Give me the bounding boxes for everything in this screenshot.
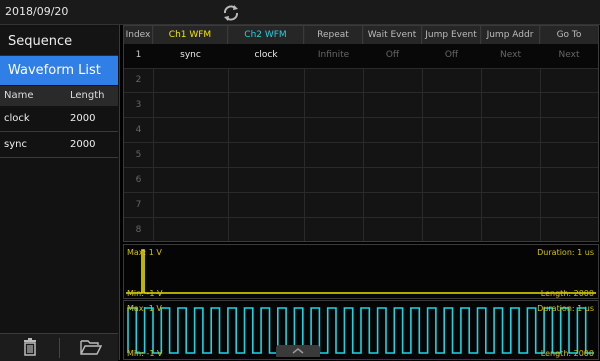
row-divider [124,167,598,168]
row-index: 7 [135,200,142,210]
folder-open-icon[interactable] [80,339,102,355]
waveform-preview-clock[interactable]: Max: 1 V Min: -1 V Duration: 1 us Length… [123,300,599,360]
row-divider [124,142,598,143]
wave-max-label: Max: 1 V [127,304,162,313]
wave-length-label: Length: 2000 [540,349,594,358]
cell-repeat[interactable]: Infinite [304,50,363,60]
waveform-list-header: Name Length [0,86,118,106]
header-jump-event: Jump Event [422,26,481,44]
row-divider [124,217,598,218]
left-panel: Sequence Waveform List Name Length clock… [0,25,120,361]
row-divider [124,117,598,118]
list-item-length: 2000 [70,139,96,150]
divider [59,338,60,358]
header-repeat: Repeat [304,26,363,44]
sequence-tab[interactable]: Sequence [0,27,118,56]
list-item-clock[interactable]: clock 2000 [0,106,118,132]
left-toolbar [0,333,118,361]
header-jump-addr: Jump Addr [481,26,540,44]
cell-wait-event[interactable]: Off [363,50,422,60]
cell-go-to[interactable]: Next [540,50,598,60]
row-divider [124,68,598,69]
row-index: 2 [135,75,142,85]
collapse-handle[interactable] [276,345,320,357]
header-ch1-wfm: Ch1 WFM [153,26,228,44]
chevron-up-icon [292,348,304,354]
wave-duration-label: Duration: 1 us [537,304,594,313]
table-row-1[interactable]: 1 sync clock Infinite Off Off Next Next [124,44,598,68]
wave-length-label: Length: 2000 [540,289,594,298]
cell-jump-event[interactable]: Off [422,50,481,60]
list-item-name: sync [4,139,27,150]
col-length: Length [70,90,105,101]
row-index: 1 [135,50,142,60]
wave-min-label: Min: -1 V [127,349,163,358]
wave-duration-label: Duration: 1 us [537,248,594,257]
header-wait-event: Wait Event [363,26,422,44]
header-index: Index [124,26,153,44]
waveform-preview-sync[interactable]: Max: 1 V Min: -1 V Duration: 1 us Length… [123,244,599,299]
row-divider [124,192,598,193]
row-index: 8 [135,225,142,235]
header-go-to: Go To [540,26,598,44]
row-index: 4 [135,125,142,135]
date-display: 2018/09/20 [5,5,69,18]
waveform-trace-clock [127,307,594,354]
list-item-name: clock [4,113,30,124]
row-index: 3 [135,100,142,110]
row-index: 5 [135,150,142,160]
sequence-table: Index Ch1 WFM Ch2 WFM Repeat Wait Event … [123,25,599,242]
list-item-sync[interactable]: sync 2000 [0,132,118,158]
wave-min-label: Min: -1 V [127,289,163,298]
header-ch2-wfm: Ch2 WFM [228,26,304,44]
trash-icon[interactable] [22,338,38,356]
top-bar: 2018/09/20 [0,0,600,25]
cell-jump-addr[interactable]: Next [481,50,540,60]
clock-square-wave [127,307,594,354]
refresh-icon[interactable] [220,2,242,24]
wave-max-label: Max: 1 V [127,248,162,257]
waveform-trace-sync [126,249,596,294]
row-index: 6 [135,175,142,185]
col-name: Name [4,90,34,101]
row-divider [124,92,598,93]
list-item-length: 2000 [70,113,96,124]
cell-ch2-wfm[interactable]: clock [228,50,304,60]
cell-ch1-wfm[interactable]: sync [153,50,228,60]
waveform-list-tab[interactable]: Waveform List [0,56,118,85]
